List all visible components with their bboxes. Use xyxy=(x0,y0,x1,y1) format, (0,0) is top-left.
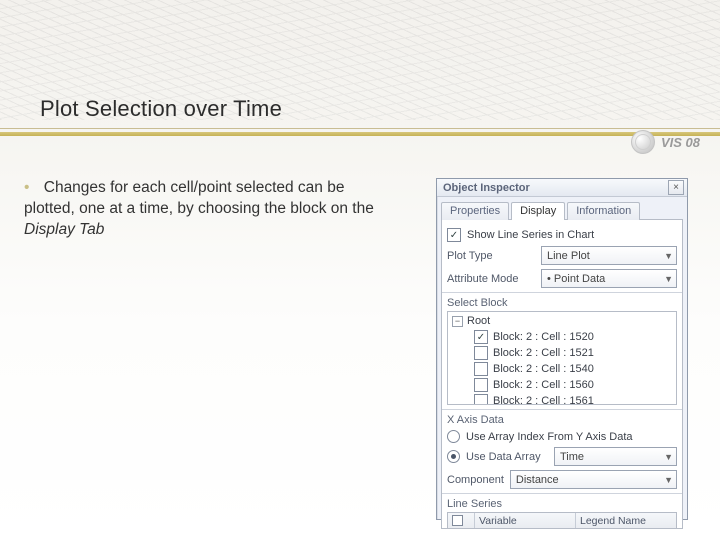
tab-display[interactable]: Display xyxy=(511,202,565,220)
table-header: Variable Legend Name xyxy=(448,513,676,529)
close-icon[interactable]: × xyxy=(668,180,684,195)
tab-strip: Properties Display Information xyxy=(441,201,683,219)
component-row: Component Distance ▼ xyxy=(447,470,677,489)
tree-item-label: Block: 2 : Cell : 1561 xyxy=(493,395,594,405)
col-legend-name[interactable]: Legend Name xyxy=(576,513,676,529)
xaxis-array-combo[interactable]: Time ▼ xyxy=(554,447,677,466)
tree-item[interactable]: Block: 2 : Cell : 1520 xyxy=(474,329,672,345)
show-line-row: Show Line Series in Chart xyxy=(447,228,677,242)
plot-type-row: Plot Type Line Plot ▼ xyxy=(447,246,677,265)
logo-text: VIS 08 xyxy=(661,135,700,150)
object-inspector-window: Object Inspector × Properties Display In… xyxy=(436,178,688,520)
chevron-down-icon: ▼ xyxy=(664,475,673,485)
xaxis-option-array[interactable]: Use Data Array Time ▼ xyxy=(447,447,677,466)
tree-root[interactable]: − Root xyxy=(452,315,672,327)
square-icon xyxy=(452,515,463,526)
component-label: Component xyxy=(447,474,504,486)
globe-icon xyxy=(631,130,655,154)
tree-item-checkbox[interactable] xyxy=(474,346,488,360)
slide-title: Plot Selection over Time xyxy=(40,96,282,122)
attribute-mode-label: Attribute Mode xyxy=(447,273,535,285)
bullet-dot-icon: • xyxy=(24,179,29,196)
vis08-logo: VIS 08 xyxy=(631,130,700,154)
component-value: Distance xyxy=(516,474,559,486)
window-title: Object Inspector xyxy=(443,182,530,194)
attribute-mode-row: Attribute Mode • Point Data ▼ xyxy=(447,269,677,288)
tab-properties[interactable]: Properties xyxy=(441,202,509,220)
component-combo[interactable]: Distance ▼ xyxy=(510,470,677,489)
tree-item-checkbox[interactable] xyxy=(474,378,488,392)
title-rule xyxy=(0,128,720,138)
plot-type-label: Plot Type xyxy=(447,250,535,262)
attribute-mode-combo[interactable]: • Point Data ▼ xyxy=(541,269,677,288)
xaxis-index-label: Use Array Index From Y Axis Data xyxy=(466,431,633,443)
tree-item-label: Block: 2 : Cell : 1520 xyxy=(493,331,594,343)
collapse-icon[interactable]: − xyxy=(452,316,463,327)
plot-type-value: Line Plot xyxy=(547,250,590,262)
chevron-down-icon: ▼ xyxy=(664,251,673,261)
tree-item-checkbox[interactable] xyxy=(474,394,488,405)
tree-item-label: Block: 2 : Cell : 1540 xyxy=(493,363,594,375)
x-axis-heading: X Axis Data xyxy=(447,414,677,426)
xaxis-array-value: Time xyxy=(560,451,584,463)
chevron-down-icon: ▼ xyxy=(664,274,673,284)
radio-array[interactable] xyxy=(447,450,460,463)
separator xyxy=(442,409,682,410)
tree-item-checkbox[interactable] xyxy=(474,362,488,376)
titlebar[interactable]: Object Inspector × xyxy=(437,179,687,197)
show-line-checkbox[interactable] xyxy=(447,228,461,242)
tree-item[interactable]: Block: 2 : Cell : 1561 xyxy=(474,393,672,405)
plot-type-combo[interactable]: Line Plot ▼ xyxy=(541,246,677,265)
line-series-table[interactable]: Variable Legend Name xyxy=(447,512,677,529)
select-block-label: Select Block xyxy=(447,297,677,309)
tab-panel-display: Show Line Series in Chart Plot Type Line… xyxy=(441,219,683,529)
tree-item[interactable]: Block: 2 : Cell : 1540 xyxy=(474,361,672,377)
line-series-heading: Line Series xyxy=(447,498,677,510)
radio-index[interactable] xyxy=(447,430,460,443)
chevron-down-icon: ▼ xyxy=(664,452,673,462)
tree-item-checkbox[interactable] xyxy=(474,330,488,344)
xaxis-option-index[interactable]: Use Array Index From Y Axis Data xyxy=(447,430,677,443)
bullet-emph: Display Tab xyxy=(24,221,104,238)
tree-item-label: Block: 2 : Cell : 1560 xyxy=(493,379,594,391)
x-axis-section: X Axis Data Use Array Index From Y Axis … xyxy=(447,414,677,489)
show-line-label: Show Line Series in Chart xyxy=(467,229,594,241)
tree-item-label: Block: 2 : Cell : 1521 xyxy=(493,347,594,359)
tree-item[interactable]: Block: 2 : Cell : 1521 xyxy=(474,345,672,361)
bullet-text: Changes for each cell/point selected can… xyxy=(24,179,374,217)
xaxis-array-label: Use Data Array xyxy=(466,451,548,463)
col-variable[interactable]: Variable xyxy=(475,513,576,529)
attribute-mode-value: Point Data xyxy=(554,273,605,285)
point-data-icon: • xyxy=(547,273,551,285)
bullet-item: • Changes for each cell/point selected c… xyxy=(24,178,384,241)
separator xyxy=(442,493,682,494)
tree-item[interactable]: Block: 2 : Cell : 1560 xyxy=(474,377,672,393)
tree-root-label: Root xyxy=(467,315,490,327)
separator xyxy=(442,292,682,293)
block-tree[interactable]: − Root Block: 2 : Cell : 1520 Block: 2 :… xyxy=(447,311,677,405)
tab-information[interactable]: Information xyxy=(567,202,640,220)
